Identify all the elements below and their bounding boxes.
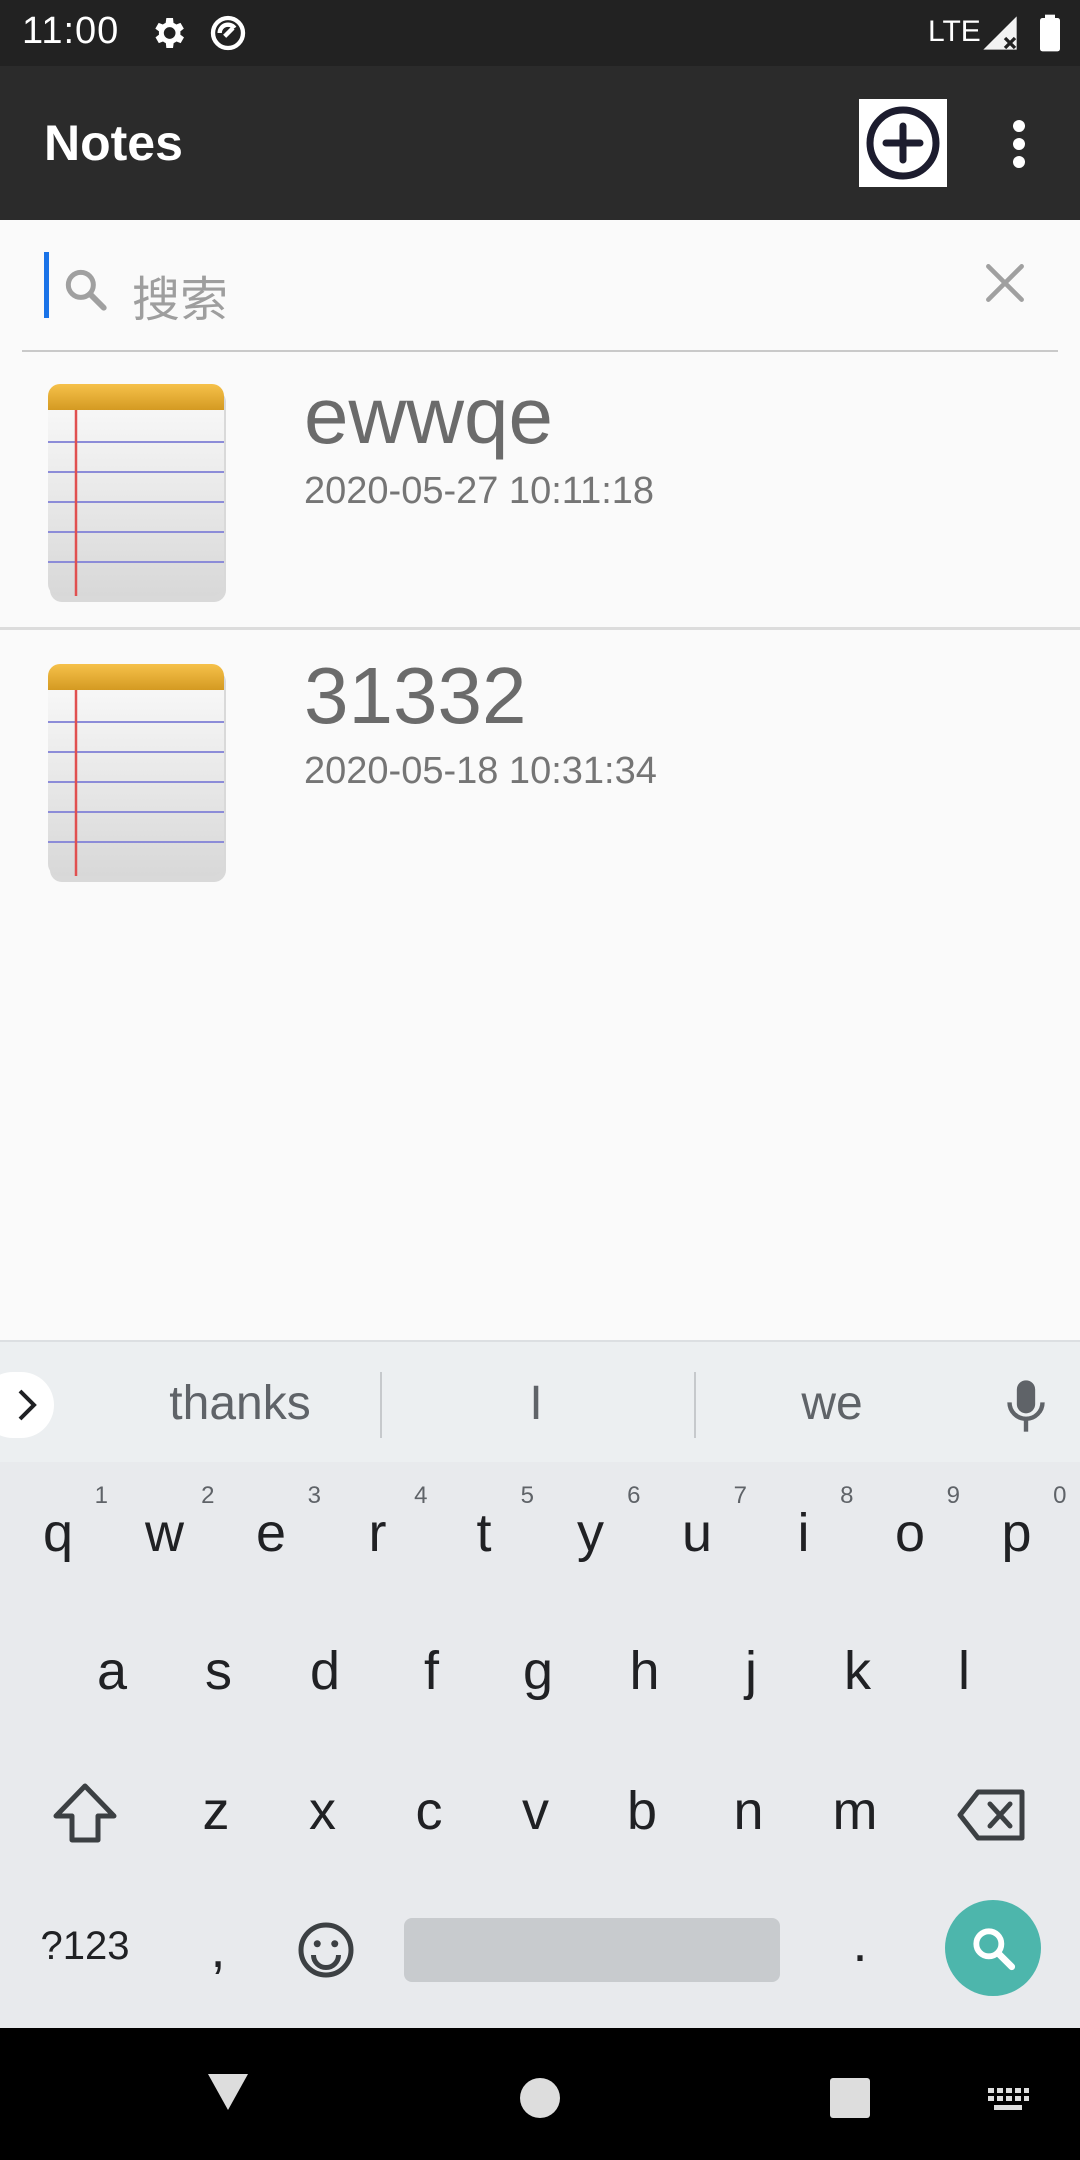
key-hint: 5 xyxy=(520,1482,534,1509)
navigation-bar xyxy=(0,2028,1080,2160)
key-m[interactable]: m xyxy=(805,1780,905,1842)
key-z[interactable]: z xyxy=(166,1780,266,1842)
text-cursor xyxy=(44,252,49,318)
note-date: 2020-05-18 10:31:34 xyxy=(304,750,657,792)
key-e[interactable]: e3 xyxy=(221,1482,321,1564)
app-bar: Notes xyxy=(0,66,1080,220)
key-v[interactable]: v xyxy=(486,1780,586,1842)
page-title: Notes xyxy=(44,115,183,171)
key-hint: 3 xyxy=(307,1482,321,1509)
key-n[interactable]: n xyxy=(699,1780,799,1842)
status-bar: 11:00 LTE xyxy=(0,0,1080,66)
key-x[interactable]: x xyxy=(273,1780,373,1842)
note-date: 2020-05-27 10:11:18 xyxy=(304,470,655,512)
comma-key[interactable]: , xyxy=(168,1918,268,1980)
notepad-icon xyxy=(48,384,226,602)
key-w[interactable]: w2 xyxy=(115,1482,215,1564)
backspace-icon[interactable] xyxy=(956,1788,1028,1842)
suggestion-item[interactable]: we xyxy=(732,1376,932,1431)
key-g[interactable]: g xyxy=(488,1640,588,1702)
key-o[interactable]: o9 xyxy=(860,1482,960,1564)
search-action-key[interactable] xyxy=(945,1900,1041,1996)
suggestion-strip: thanks I we xyxy=(0,1340,1080,1462)
key-r[interactable]: r4 xyxy=(328,1482,428,1564)
expand-suggestions-button[interactable] xyxy=(0,1372,54,1438)
key-hint: 9 xyxy=(946,1482,960,1509)
note-title: 31332 xyxy=(304,651,527,740)
key-k[interactable]: k xyxy=(808,1640,908,1702)
notepad-icon xyxy=(48,664,226,882)
key-s[interactable]: s xyxy=(169,1640,269,1702)
suggestion-item[interactable]: I xyxy=(436,1376,636,1431)
search-icon xyxy=(973,1928,1016,1971)
search-icon xyxy=(65,269,107,311)
search-input[interactable]: 搜索 xyxy=(132,260,228,330)
divider xyxy=(380,1372,382,1438)
suggestion-item[interactable]: thanks xyxy=(140,1376,340,1431)
key-p[interactable]: p0 xyxy=(967,1482,1066,1564)
key-i[interactable]: i8 xyxy=(754,1482,854,1564)
add-note-button[interactable] xyxy=(859,99,947,187)
note-list-item[interactable]: ewwqe 2020-05-27 10:11:18 xyxy=(0,352,1080,630)
home-icon[interactable] xyxy=(520,2078,560,2118)
key-a[interactable]: a xyxy=(62,1640,162,1702)
key-hint: 2 xyxy=(201,1482,215,1509)
key-h[interactable]: h xyxy=(595,1640,695,1702)
status-time: 11:00 xyxy=(22,10,120,52)
key-hint: 8 xyxy=(840,1482,854,1509)
key-t[interactable]: t5 xyxy=(434,1482,534,1564)
shift-icon[interactable] xyxy=(50,1780,120,1846)
key-f[interactable]: f xyxy=(382,1640,482,1702)
keyboard-switch-icon[interactable] xyxy=(986,2086,1030,2114)
key-b[interactable]: b xyxy=(592,1780,692,1842)
back-icon[interactable] xyxy=(204,2070,252,2114)
microphone-icon[interactable] xyxy=(1004,1376,1048,1436)
note-list-item[interactable]: 31332 2020-05-18 10:31:34 xyxy=(0,632,1080,910)
settings-icon xyxy=(155,18,184,48)
symbols-key[interactable]: ?123 xyxy=(35,1924,135,1969)
key-u[interactable]: u7 xyxy=(647,1482,747,1564)
period-key[interactable]: . xyxy=(810,1912,910,1974)
more-options-button[interactable] xyxy=(998,114,1040,174)
chevron-right-icon xyxy=(18,1389,37,1421)
key-hint: 7 xyxy=(733,1482,747,1509)
signal-icon xyxy=(983,16,1017,50)
network-label: LTE xyxy=(928,15,981,48)
battery-icon xyxy=(1040,14,1060,52)
soft-keyboard: thanks I we q1w2e3r4t5y6u7i8o9p0 asdfghj… xyxy=(0,1340,1080,2028)
key-l[interactable]: l xyxy=(914,1640,1014,1702)
recents-icon[interactable] xyxy=(830,2078,870,2118)
sync-icon xyxy=(210,15,246,51)
key-hint: 6 xyxy=(627,1482,641,1509)
key-d[interactable]: d xyxy=(275,1640,375,1702)
more-vert-icon xyxy=(1013,120,1025,132)
key-y[interactable]: y6 xyxy=(541,1482,641,1564)
add-circle-icon xyxy=(866,106,940,180)
key-hint: 0 xyxy=(1053,1482,1067,1509)
divider xyxy=(694,1372,696,1438)
note-title: ewwqe xyxy=(304,371,554,460)
key-q[interactable]: q1 xyxy=(8,1482,108,1564)
close-icon[interactable] xyxy=(980,258,1030,308)
space-key[interactable] xyxy=(404,1918,780,1982)
key-j[interactable]: j xyxy=(701,1640,801,1702)
key-hint: 4 xyxy=(414,1482,428,1509)
key-hint: 1 xyxy=(94,1482,108,1509)
search-bar[interactable]: 搜索 xyxy=(22,222,1058,352)
emoji-icon[interactable] xyxy=(296,1920,356,1980)
key-c[interactable]: c xyxy=(379,1780,479,1842)
